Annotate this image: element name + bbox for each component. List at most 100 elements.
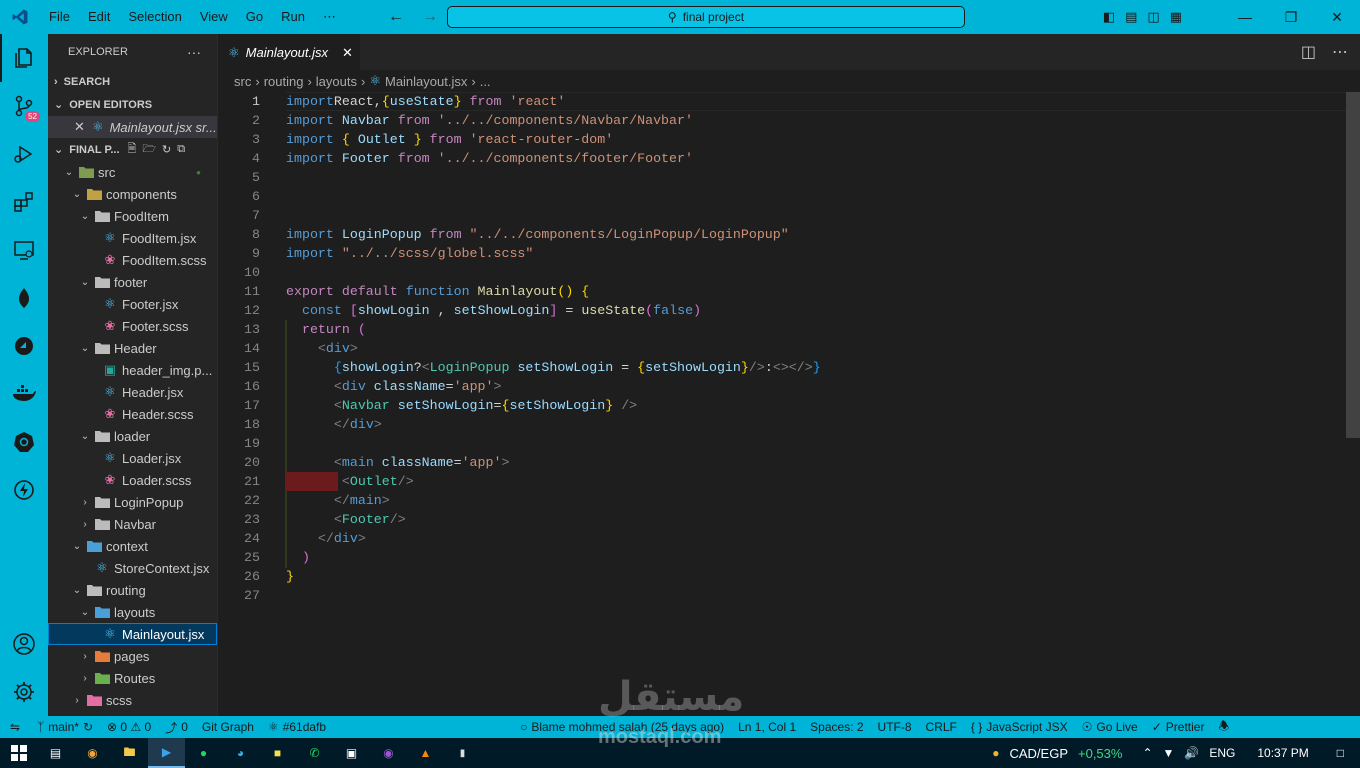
problems-status[interactable]: ⊗ 0 ⚠ 0 [100,720,158,734]
tree-folder[interactable]: › Routes [48,667,217,689]
close-icon[interactable]: ✕ [74,119,85,135]
task-view-icon[interactable]: ▤ [37,738,74,768]
volume-icon[interactable]: 🔊 [1184,746,1199,760]
new-file-icon[interactable]: 🗎 [128,140,137,159]
network-icon[interactable]: ▼ [1163,746,1175,760]
file-explorer-icon[interactable]: 🖿 [111,738,148,768]
terminal-icon[interactable]: ▮ [444,738,481,768]
close-tab-icon[interactable]: ✕ [342,45,353,61]
chevron-up-icon[interactable]: ⌃ [1142,746,1152,760]
tree-file[interactable]: ⚛ Header.jsx [48,381,217,403]
edge-devtools-icon[interactable] [0,322,48,370]
settings-gear-icon[interactable] [0,668,48,716]
tree-file[interactable]: ⚛ FoodItem.jsx [48,227,217,249]
spotify-icon[interactable]: ● [185,738,222,768]
branch-status[interactable]: ᛉ main* ↻ [30,720,100,734]
widget-app-icon[interactable]: ◉ [74,738,111,768]
commit-status[interactable]: ⚛ #61dafb [261,720,333,734]
tab-mainlayout[interactable]: ⚛ Mainlayout.jsx ✕ [218,34,360,70]
explorer-icon[interactable] [0,34,48,82]
remote-explorer-icon[interactable] [0,226,48,274]
more-actions-icon[interactable]: ⋯ [1332,42,1348,62]
customize-layout-icon[interactable]: ▦ [1170,9,1182,25]
tree-file[interactable]: ▣ header_img.p... [48,359,217,381]
extensions-icon[interactable] [0,178,48,226]
forward-arrow-icon[interactable]: → [422,8,438,26]
open-editor-item[interactable]: ✕ ⚛ Mainlayout.jsx sr... [48,116,217,138]
tree-folder[interactable]: › scss [48,689,217,711]
clock[interactable]: 10:37 PM [1257,746,1308,760]
minimize-button[interactable]: — [1222,9,1268,25]
tree-folder[interactable]: › Navbar [48,513,217,535]
go-live-status[interactable]: ☉ Go Live [1075,720,1145,734]
collapse-all-icon[interactable]: ⧉ [177,143,185,156]
split-editor-icon[interactable]: ◫ [1301,42,1316,62]
close-window-button[interactable]: ✕ [1314,9,1360,26]
restore-button[interactable]: ❐ [1268,9,1314,26]
refresh-icon[interactable]: ↻ [162,143,171,156]
back-arrow-icon[interactable]: ← [388,8,404,26]
eol-status[interactable]: CRLF [919,720,964,734]
vlc-icon[interactable]: ▲ [407,738,444,768]
notifications-bell-icon[interactable]: 🕭 [1211,717,1236,738]
search-section-header[interactable]: › SEARCH [48,70,217,93]
run-debug-icon[interactable] [0,130,48,178]
media-app-icon[interactable]: ◉ [370,738,407,768]
notification-center-icon[interactable]: □ [1337,746,1344,760]
explorer-more-button[interactable]: ··· [187,44,201,60]
tree-file[interactable]: ❀ Loader.scss [48,469,217,491]
windows-start-icon[interactable] [0,738,37,768]
tree-folder[interactable]: ⌄ src ● [48,161,217,183]
menu-item[interactable]: File [40,0,79,34]
project-section-header[interactable]: ⌄ FINAL P... 🗎 🗁 ↻ ⧉ [48,138,217,161]
tree-file[interactable]: ❀ Footer.scss [48,315,217,337]
edge-icon[interactable]: ◕ [222,738,259,768]
tree-file[interactable]: ⚛ Loader.jsx [48,447,217,469]
tree-folder[interactable]: ⌄ components [48,183,217,205]
tree-file[interactable]: ⚛ StoreContext.jsx [48,557,217,579]
tree-file[interactable]: ⚛ Footer.jsx [48,293,217,315]
whatsapp-icon[interactable]: ✆ [296,738,333,768]
command-center-search[interactable]: ⚲ final project [447,6,965,28]
tree-folder[interactable]: ⌄ context [48,535,217,557]
menu-item[interactable]: View [191,0,237,34]
accounts-icon[interactable] [0,620,48,668]
tree-folder[interactable]: ⌄ routing [48,579,217,601]
tree-file[interactable]: ❀ Header.scss [48,403,217,425]
mongodb-icon[interactable] [0,274,48,322]
breadcrumb-item[interactable]: ... [480,74,491,89]
menu-item[interactable]: ⋯ [314,0,345,34]
docker-icon[interactable] [0,370,48,418]
sticky-notes-icon[interactable]: ■ [259,738,296,768]
capcut-icon[interactable]: ▣ [333,738,370,768]
indentation-status[interactable]: Spaces: 2 [803,720,870,734]
language-indicator[interactable]: ENG [1209,746,1235,760]
kubernetes-icon[interactable] [0,418,48,466]
ticker-label[interactable]: CAD/EGP [1009,746,1068,761]
breadcrumb-item[interactable]: Mainlayout.jsx [385,74,467,89]
ports-status[interactable]: ⤴ 0 [158,719,195,736]
tree-folder[interactable]: ⌄ Header [48,337,217,359]
menu-item[interactable]: Go [237,0,272,34]
source-control-icon[interactable]: 52 [0,82,48,130]
prettier-status[interactable]: ✓ Prettier [1145,720,1212,734]
tree-file[interactable]: ❀ FoodItem.scss [48,249,217,271]
language-status[interactable]: { } JavaScript JSX [964,720,1075,734]
tree-folder[interactable]: ⌄ layouts [48,601,217,623]
new-folder-icon[interactable]: 🗁 [142,140,156,159]
tree-folder[interactable]: › LoginPopup [48,491,217,513]
menu-item[interactable]: Edit [79,0,119,34]
breadcrumb-item[interactable]: src [234,74,251,89]
remote-indicator[interactable]: ⇋ [0,720,30,734]
breadcrumb-item[interactable]: routing [264,74,304,89]
tree-file[interactable]: ⚛ Mainlayout.jsx [48,623,217,645]
cursor-position-status[interactable]: Ln 1, Col 1 [731,720,803,734]
editor-scrollbar[interactable] [1346,92,1360,438]
menu-item[interactable]: Selection [119,0,190,34]
git-graph-status[interactable]: Git Graph [195,720,261,734]
thunder-client-icon[interactable] [0,466,48,514]
toggle-panel-icon[interactable]: ▤ [1125,9,1137,25]
tree-folder[interactable]: ⌄ FoodItem [48,205,217,227]
encoding-status[interactable]: UTF-8 [871,720,919,734]
menu-item[interactable]: Run [272,0,314,34]
